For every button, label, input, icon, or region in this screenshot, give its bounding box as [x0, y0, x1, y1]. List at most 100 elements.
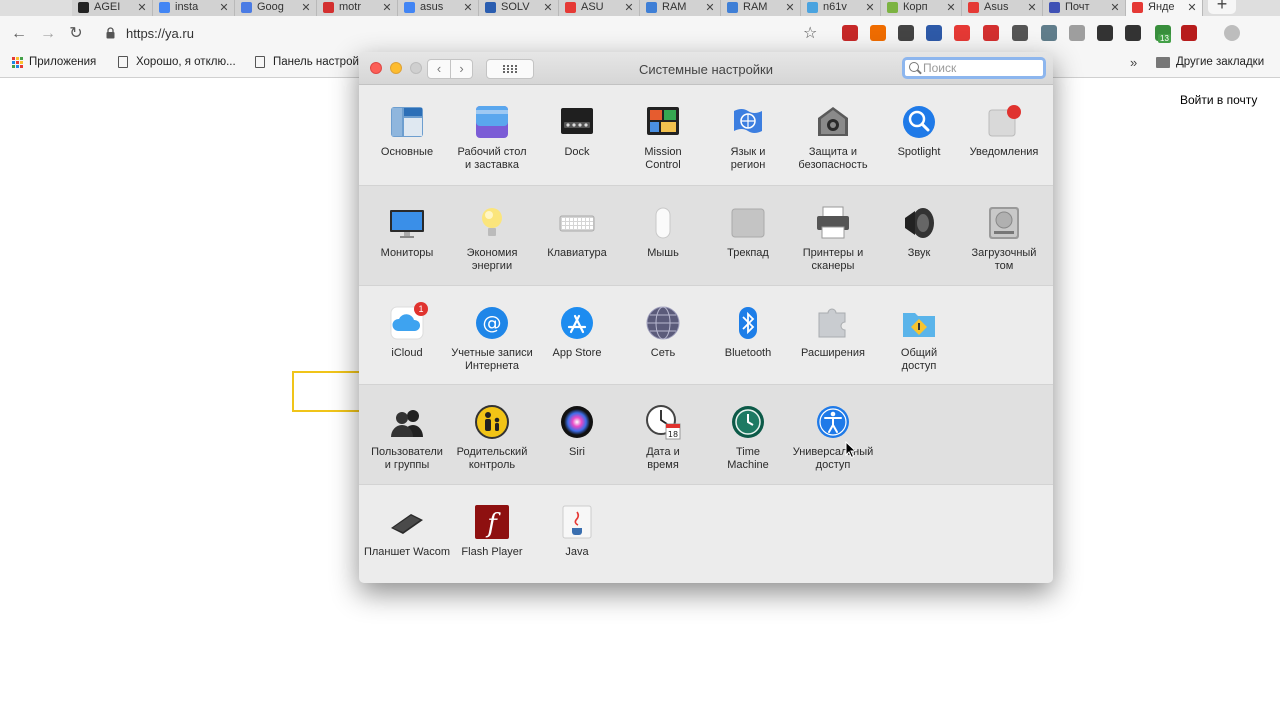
- browser-tab[interactable]: Корп ✕: [881, 0, 962, 16]
- browser-tab[interactable]: motr ✕: [317, 0, 398, 16]
- pocket-ext-icon[interactable]: [1012, 25, 1028, 41]
- bookmark-star-icon[interactable]: ☆: [803, 23, 817, 43]
- close-tab-icon[interactable]: ✕: [1109, 1, 1121, 14]
- puzzle-icon: [815, 305, 851, 341]
- pref-trackpad[interactable]: Трекпад: [703, 186, 793, 285]
- close-tab-icon[interactable]: ✕: [945, 1, 957, 14]
- pref-displays[interactable]: Мониторы: [362, 186, 452, 285]
- pref-notifications[interactable]: Уведомления: [959, 85, 1049, 184]
- close-tab-icon[interactable]: ✕: [784, 1, 796, 14]
- pref-flash[interactable]: f Flash Player: [447, 485, 537, 583]
- counter-ext-icon[interactable]: 13: [1155, 25, 1171, 43]
- close-tab-icon[interactable]: ✕: [136, 1, 148, 14]
- back-arrow-button[interactable]: ‹: [428, 60, 450, 78]
- close-tab-icon[interactable]: ✕: [1026, 1, 1038, 14]
- pref-security[interactable]: Защита и безопасность: [788, 85, 878, 184]
- browser-tab[interactable]: n61v ✕: [801, 0, 881, 16]
- tab-title: insta: [175, 1, 199, 13]
- more-bookmarks-button[interactable]: »: [1130, 55, 1137, 70]
- browser-tab[interactable]: AGEI ✕: [72, 0, 153, 16]
- pref-printers[interactable]: Принтеры и сканеры: [788, 186, 878, 285]
- pref-icloud[interactable]: 1 iCloud: [362, 286, 452, 385]
- mic-ext-icon[interactable]: [1181, 25, 1197, 41]
- tab-title: motr: [339, 1, 361, 13]
- close-tab-icon[interactable]: ✕: [462, 1, 474, 14]
- pref-internet-accounts[interactable]: @ Учетные записи Интернета: [447, 286, 537, 385]
- pref-time-machine[interactable]: Time Machine: [703, 385, 793, 484]
- pref-extensions[interactable]: Расширения: [788, 286, 878, 385]
- shield-ext-icon[interactable]: [1041, 25, 1057, 41]
- pref-parental[interactable]: Родительский контроль: [447, 385, 537, 484]
- forward-arrow-button[interactable]: ›: [450, 60, 472, 78]
- close-tab-icon[interactable]: ✕: [864, 1, 876, 14]
- profile-icon[interactable]: [1224, 25, 1240, 41]
- other-bookmarks[interactable]: Другие закладки: [1156, 56, 1264, 68]
- pref-desktop[interactable]: Рабочий стол и заставка: [447, 85, 537, 184]
- browser-tab[interactable]: RAM ✕: [640, 0, 721, 16]
- search-box[interactable]: [902, 57, 1046, 79]
- pref-startup-disk[interactable]: Загрузочный том: [959, 186, 1049, 285]
- browser-tab[interactable]: RAM ✕: [721, 0, 801, 16]
- screenshot-ext-icon[interactable]: [1097, 25, 1113, 41]
- close-tab-icon[interactable]: ✕: [623, 1, 635, 14]
- pref-mission-control[interactable]: Mission Control: [618, 85, 708, 184]
- close-tab-icon[interactable]: ✕: [542, 1, 554, 14]
- address-bar[interactable]: https://ya.ru ☆: [96, 20, 832, 47]
- fox-ext-icon[interactable]: [870, 25, 886, 41]
- browser-tab[interactable]: Почт ✕: [1043, 0, 1126, 16]
- pref-language[interactable]: Язык и регион: [703, 85, 793, 184]
- close-tab-icon[interactable]: ✕: [704, 1, 716, 14]
- login-mail-link[interactable]: Войти в почту: [1180, 93, 1257, 107]
- browser-tab[interactable]: ASU ✕: [559, 0, 640, 16]
- bookmark-item[interactable]: Панель настрой: [255, 56, 359, 68]
- close-tab-icon[interactable]: ✕: [381, 1, 393, 14]
- crop-ext-icon[interactable]: [1125, 25, 1141, 41]
- show-all-button[interactable]: [486, 59, 534, 79]
- browser-toolbar: ← → ↻ https://ya.ru ☆ 13: [0, 16, 1280, 50]
- zoom-button[interactable]: [410, 62, 422, 74]
- pref-users[interactable]: Пользователи и группы: [362, 385, 452, 484]
- browser-tab[interactable]: asus ✕: [398, 0, 479, 16]
- close-tab-icon[interactable]: ✕: [218, 1, 230, 14]
- browser-tab[interactable]: Goog ✕: [235, 0, 317, 16]
- pref-dock[interactable]: Dock: [532, 85, 622, 184]
- minimize-button[interactable]: [390, 62, 402, 74]
- browser-tab[interactable]: Asus ✕: [962, 0, 1043, 16]
- pref-network[interactable]: Сеть: [618, 286, 708, 385]
- browser-tab[interactable]: insta ✕: [153, 0, 235, 16]
- browser-tab[interactable]: SOLV ✕: [479, 0, 559, 16]
- pref-energy[interactable]: Экономия энергии: [447, 186, 537, 285]
- bookmark-apps[interactable]: Приложения: [12, 56, 96, 68]
- forward-button[interactable]: →: [37, 23, 59, 45]
- pref-bluetooth[interactable]: Bluetooth: [703, 286, 793, 385]
- dictionary-ext-icon[interactable]: [926, 25, 942, 41]
- bookmark-item[interactable]: Хорошо, я отклю...: [118, 56, 236, 68]
- pref-spotlight[interactable]: Spotlight: [874, 85, 964, 184]
- music-ext-icon[interactable]: [898, 25, 914, 41]
- pref-wacom[interactable]: Планшет Wacom: [362, 485, 452, 583]
- gear-ext-icon[interactable]: [1069, 25, 1085, 41]
- close-button[interactable]: [370, 62, 382, 74]
- pref-java[interactable]: Java: [532, 485, 622, 583]
- pref-date-time[interactable]: 18 Дата и время: [618, 385, 708, 484]
- new-tab-button[interactable]: +: [1208, 0, 1236, 14]
- search-input[interactable]: [923, 60, 1038, 76]
- back-button[interactable]: ←: [8, 23, 30, 45]
- close-tab-icon[interactable]: ✕: [300, 1, 312, 14]
- adblock-ext-icon[interactable]: [983, 25, 999, 41]
- pref-siri[interactable]: Siri: [532, 385, 622, 484]
- url-text[interactable]: https://ya.ru: [126, 26, 194, 41]
- pref-mouse[interactable]: Мышь: [618, 186, 708, 285]
- pref-app-store[interactable]: App Store: [532, 286, 622, 385]
- pref-sharing[interactable]: Общий доступ: [874, 286, 964, 385]
- pref-sound[interactable]: Звук: [874, 186, 964, 285]
- browser-tab[interactable]: Янде ✕: [1126, 0, 1203, 16]
- pref-general[interactable]: Основные: [362, 85, 452, 184]
- reload-button[interactable]: ↻: [65, 23, 87, 45]
- opera-ext-icon[interactable]: [954, 25, 970, 41]
- close-tab-icon[interactable]: ✕: [1186, 1, 1198, 14]
- tab-title: RAM: [662, 1, 687, 13]
- youtube-ext-icon[interactable]: [842, 25, 858, 41]
- pref-keyboard[interactable]: Клавиатура: [532, 186, 622, 285]
- pref-accessibility[interactable]: Универсальный доступ: [788, 385, 878, 484]
